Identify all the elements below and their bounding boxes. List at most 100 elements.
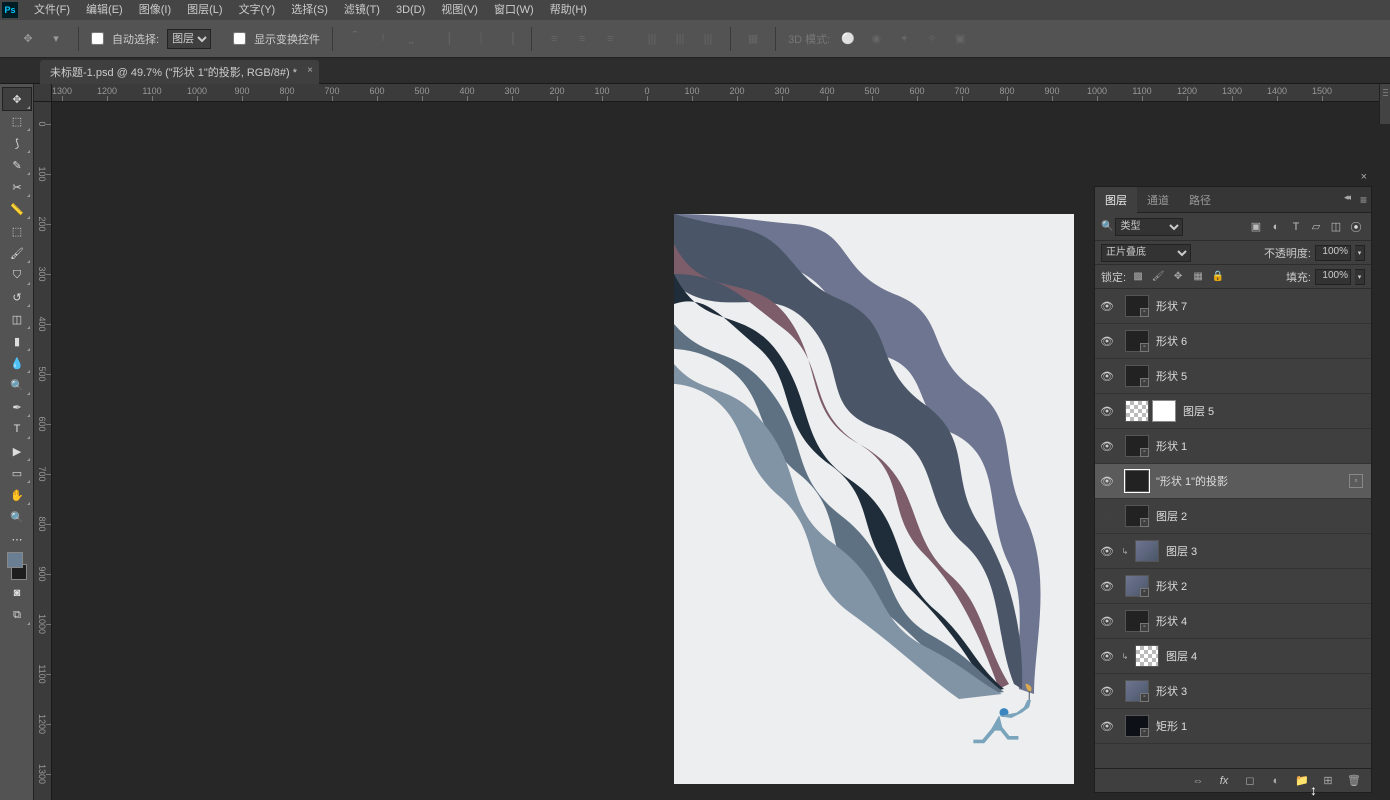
layer-thumbnail[interactable] (1125, 470, 1149, 492)
crop-tool[interactable]: ✂ (3, 176, 31, 198)
new-layer-icon[interactable]: ⊞ (1319, 772, 1337, 790)
visibility-icon[interactable]: 👁 (1099, 405, 1115, 418)
dist-bottom-icon[interactable]: ≡ (600, 29, 620, 49)
layer-row[interactable]: 👁▫形状 4 (1095, 604, 1371, 639)
filter-smart-icon[interactable]: ◫ (1327, 218, 1345, 236)
path-select-tool[interactable]: ▶ (3, 440, 31, 462)
pen-tool[interactable]: ✒ (3, 396, 31, 418)
lock-transparency-icon[interactable]: ▩ (1130, 269, 1146, 285)
layer-name[interactable]: 图层 5 (1183, 403, 1214, 419)
layer-thumbnail[interactable]: ▫ (1125, 435, 1149, 457)
layer-row[interactable]: 👁 图层 5 (1095, 394, 1371, 429)
adjustment-layer-icon[interactable]: ◐ (1267, 772, 1285, 790)
layer-thumbnail[interactable]: ▫ (1125, 610, 1149, 632)
lock-position-icon[interactable]: ✥ (1170, 269, 1186, 285)
brush-tool[interactable]: 🖌 (3, 242, 31, 264)
visibility-icon[interactable]: 👁 (1099, 370, 1115, 383)
auto-align-icon[interactable]: ▦ (743, 29, 763, 49)
lock-paint-icon[interactable]: 🖌 (1150, 269, 1166, 285)
menu-item[interactable]: 文件(F) (26, 0, 78, 20)
menu-item[interactable]: 视图(V) (433, 0, 486, 20)
menu-item[interactable]: 帮助(H) (542, 0, 595, 20)
dist-vcenter-icon[interactable]: ≡ (572, 29, 592, 49)
marquee-tool[interactable]: ⬚ (3, 110, 31, 132)
layer-row[interactable]: 👁↳图层 3 (1095, 534, 1371, 569)
layer-row[interactable]: 👁 ▫ 矩形 1 (1095, 709, 1371, 744)
group-icon[interactable]: 📁 (1293, 772, 1311, 790)
layer-name[interactable]: 形状 3 (1156, 683, 1187, 699)
layer-name[interactable]: 形状 5 (1156, 368, 1187, 384)
layer-row[interactable]: 👁 ▫ 形状 6 (1095, 324, 1371, 359)
panel-close-icon[interactable]: × (1361, 171, 1367, 183)
layer-name[interactable]: 图层 4 (1166, 648, 1197, 664)
dist-top-icon[interactable]: ≡ (544, 29, 564, 49)
opacity-input[interactable]: 100% (1315, 245, 1351, 261)
layer-name[interactable]: 形状 2 (1156, 578, 1187, 594)
layer-mask-icon[interactable]: ◻ (1241, 772, 1259, 790)
layer-thumbnail[interactable]: ▫ (1125, 715, 1149, 737)
align-bottom-icon[interactable]: ⎵ (401, 29, 421, 49)
layer-thumbnail[interactable]: ▫ (1125, 295, 1149, 317)
document-tab[interactable]: 未标题-1.psd @ 49.7% ("形状 1"的投影, RGB/8#) * … (40, 60, 319, 84)
layer-thumbnail[interactable] (1135, 645, 1159, 667)
auto-select-target[interactable]: 图层 (167, 29, 211, 49)
visibility-icon[interactable]: 👁 (1099, 545, 1115, 558)
frame-tool[interactable]: ⬚ (3, 220, 31, 242)
layer-thumbnail[interactable] (1125, 400, 1149, 422)
menu-item[interactable]: 窗口(W) (486, 0, 542, 20)
filter-type-icon[interactable]: T (1287, 218, 1305, 236)
layers-list[interactable]: 👁 ▫ 形状 7 👁 ▫ 形状 6 👁 ▫ 形状 5 👁 图层 5 👁▫形状 1👁"形状 1"的投影▫… (1095, 289, 1371, 768)
visibility-icon[interactable]: 👁 (1099, 580, 1115, 593)
menu-item[interactable]: 选择(S) (283, 0, 336, 20)
layer-row[interactable]: 👁 ▫ 形状 5 (1095, 359, 1371, 394)
filter-shape-icon[interactable]: ▱ (1307, 218, 1325, 236)
layer-name[interactable]: 矩形 1 (1156, 718, 1187, 734)
ruler-origin[interactable] (34, 84, 52, 102)
layer-thumbnail[interactable]: ▫ (1125, 365, 1149, 387)
tab-paths[interactable]: 路径 (1179, 187, 1221, 213)
menu-item[interactable]: 编辑(E) (78, 0, 131, 20)
tool-preset-dropdown[interactable]: ▾ (46, 29, 66, 49)
layer-row[interactable]: 👁↳图层 4 (1095, 639, 1371, 674)
eraser-tool[interactable]: ◫ (3, 308, 31, 330)
menu-item[interactable]: 图层(L) (179, 0, 230, 20)
visibility-icon[interactable]: 👁 (1099, 720, 1115, 733)
filter-pixel-icon[interactable]: ▣ (1247, 218, 1265, 236)
menu-item[interactable]: 滤镜(T) (336, 0, 388, 20)
screen-mode-icon[interactable]: ⧉ (3, 604, 31, 626)
align-right-icon[interactable]: ▕ (499, 29, 519, 49)
quick-mask-icon[interactable]: ◙ (3, 582, 31, 604)
align-top-icon[interactable]: ⎴ (345, 29, 365, 49)
layer-mask-thumbnail[interactable] (1152, 400, 1176, 422)
filter-adjust-icon[interactable]: ◐ (1267, 218, 1285, 236)
layer-name[interactable]: 图层 3 (1166, 543, 1197, 559)
fill-dropdown-icon[interactable]: ▾ (1355, 269, 1365, 285)
dist-hcenter-icon[interactable]: ||| (670, 29, 690, 49)
right-dock-rail[interactable] (1379, 84, 1390, 124)
menu-item[interactable]: 文字(Y) (231, 0, 284, 20)
layer-row[interactable]: 👁▫形状 1 (1095, 429, 1371, 464)
rectangle-tool[interactable]: ▭ (3, 462, 31, 484)
delete-layer-icon[interactable]: 🗑 (1345, 772, 1363, 790)
layer-name[interactable]: 形状 6 (1156, 333, 1187, 349)
layer-row[interactable]: 👁▫形状 3 (1095, 674, 1371, 709)
panel-collapse-icon[interactable]: ◂◂ (1344, 192, 1349, 203)
filter-type-select[interactable]: 类型 (1115, 218, 1183, 236)
menu-item[interactable]: 图像(I) (131, 0, 179, 20)
layer-name[interactable]: 形状 7 (1156, 298, 1187, 314)
panel-menu-icon[interactable]: ≡ (1360, 193, 1367, 207)
color-swatches[interactable] (3, 550, 31, 582)
edit-toolbar[interactable]: ⋯ (3, 528, 31, 550)
visibility-icon[interactable]: ○ (1099, 510, 1115, 522)
dist-right-icon[interactable]: ||| (698, 29, 718, 49)
menu-item[interactable]: 3D(D) (388, 0, 433, 20)
layer-name[interactable]: 图层 2 (1156, 508, 1187, 524)
link-layers-icon[interactable]: ⇔ (1189, 772, 1207, 790)
layer-row[interactable]: 👁"形状 1"的投影▫ (1095, 464, 1371, 499)
layer-thumbnail[interactable] (1135, 540, 1159, 562)
fill-input[interactable]: 100% (1315, 269, 1351, 285)
ruler-horizontal[interactable]: 1300120011001000900800700600500400300200… (52, 84, 1390, 102)
visibility-icon[interactable]: 👁 (1099, 335, 1115, 348)
layer-thumbnail[interactable]: ▫ (1125, 330, 1149, 352)
align-hcenter-icon[interactable]: ┊ (471, 29, 491, 49)
